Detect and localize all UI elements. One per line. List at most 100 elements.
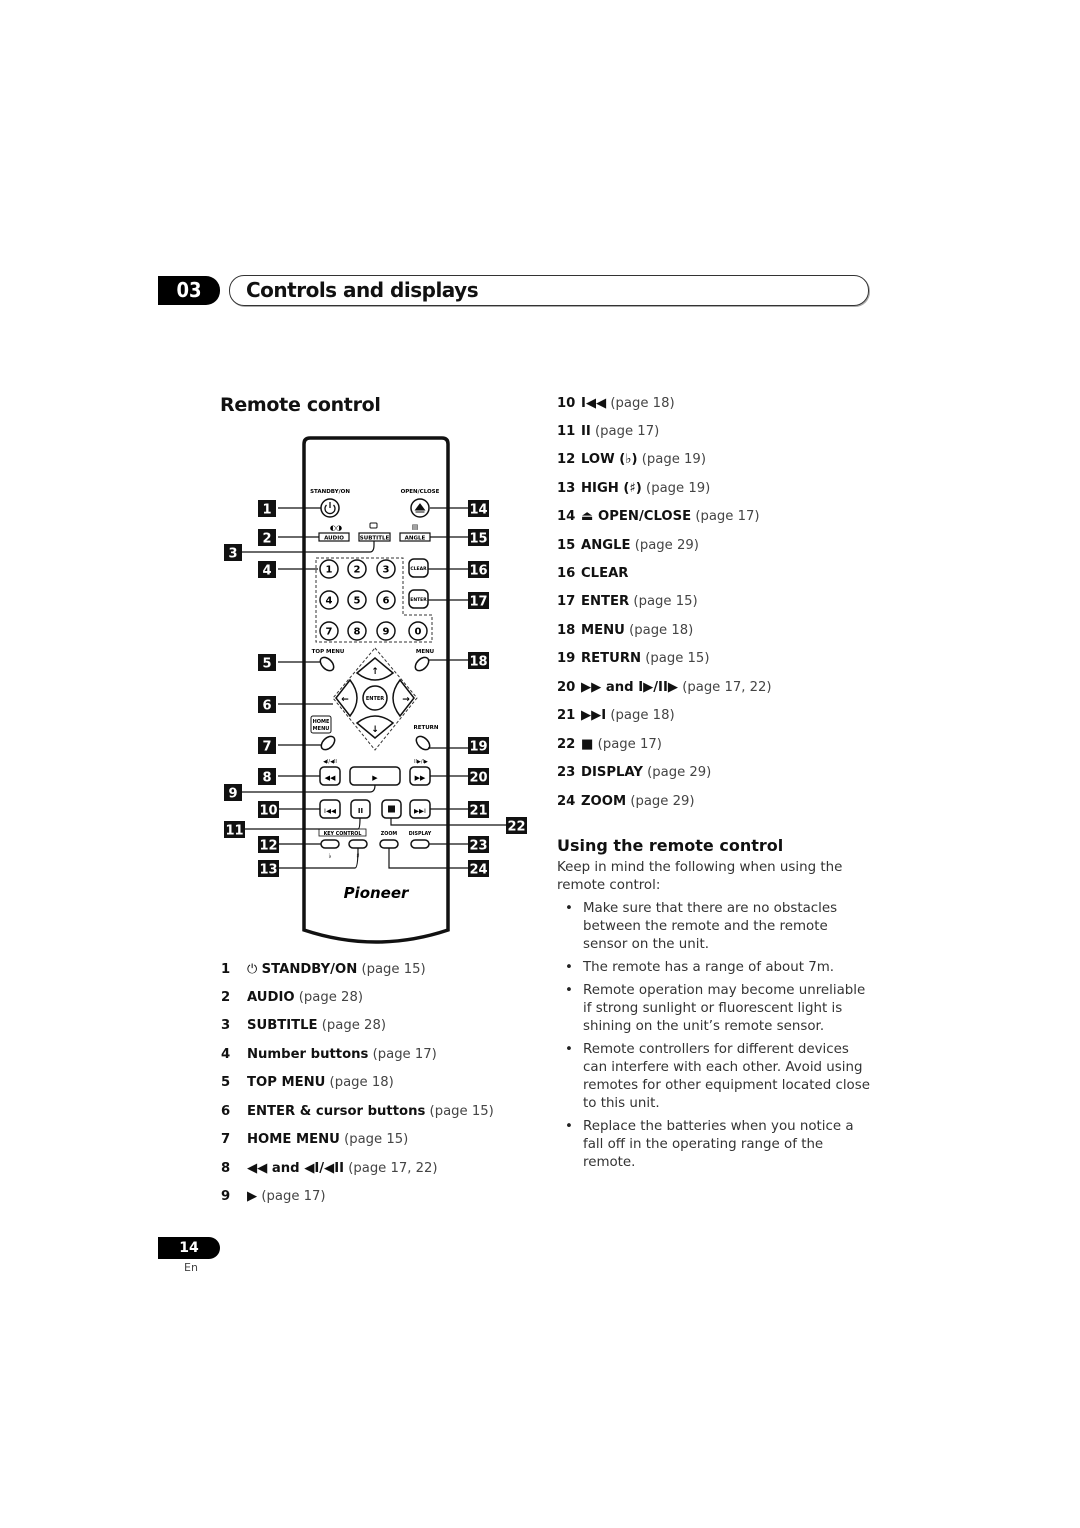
callout-number: 5 bbox=[262, 657, 271, 672]
play-icon: ▶ bbox=[372, 774, 378, 782]
pioneer-logo: Pioneer bbox=[344, 884, 410, 902]
list-item: Remote operation may become unreliable i… bbox=[557, 982, 872, 1036]
list-item: 2 AUDIO (page 28) bbox=[221, 990, 363, 1005]
list-item: 18 MENU (page 18) bbox=[557, 623, 694, 638]
svg-text:3: 3 bbox=[383, 565, 390, 576]
list-item: 23 DISPLAY (page 29) bbox=[557, 765, 712, 780]
stop-icon bbox=[388, 805, 395, 813]
svg-text:9: 9 bbox=[383, 627, 390, 638]
svg-text:SUBTITLE: SUBTITLE bbox=[360, 536, 390, 542]
list-item: 10 I◀◀ (page 18) bbox=[557, 396, 675, 411]
callout-number: 6 bbox=[262, 699, 271, 714]
open-close-button bbox=[410, 498, 430, 518]
list-item: 15 ANGLE (page 29) bbox=[557, 538, 699, 553]
callout-number: 8 bbox=[262, 771, 271, 786]
arrow-right-icon: → bbox=[402, 695, 410, 705]
svg-text:AUDIO: AUDIO bbox=[324, 536, 344, 542]
callout-number: 18 bbox=[469, 655, 487, 670]
svg-text:RETURN: RETURN bbox=[413, 725, 438, 731]
callout-number: 19 bbox=[469, 740, 487, 755]
tips-list: Make sure that there are no obstacles be… bbox=[557, 900, 872, 1177]
list-item: Replace the batteries when you notice a … bbox=[557, 1118, 872, 1172]
callout-number: 22 bbox=[507, 820, 525, 835]
callout-number: 7 bbox=[262, 740, 271, 755]
svg-text:HOME: HOME bbox=[313, 719, 330, 725]
svg-text:ANGLE: ANGLE bbox=[405, 536, 426, 542]
chapter-number: 03 bbox=[158, 276, 220, 305]
list-item: 24 ZOOM (page 29) bbox=[557, 794, 695, 809]
list-item: 21 ▶▶I (page 18) bbox=[557, 708, 675, 723]
remote-control-diagram: STANDBY/ON OPEN/CLOSE ◐◑ ▤ AUDIO SUBTITL… bbox=[224, 436, 527, 944]
list-item: 22 ■ (page 17) bbox=[557, 737, 662, 752]
pause-icon: II bbox=[358, 807, 363, 815]
callout-number: 9 bbox=[228, 787, 237, 802]
svg-text:MENU: MENU bbox=[313, 726, 330, 732]
svg-text:DISPLAY: DISPLAY bbox=[409, 831, 432, 837]
rewind-icon: ◀◀ bbox=[325, 774, 336, 782]
page-number: 14 bbox=[158, 1237, 220, 1259]
chapter-title: Controls and displays bbox=[246, 278, 479, 302]
svg-text:◀I/◀II: ◀I/◀II bbox=[323, 759, 337, 765]
svg-text:ENTER: ENTER bbox=[410, 597, 427, 603]
callout-number: 23 bbox=[469, 839, 487, 854]
callout-number: 14 bbox=[469, 503, 487, 518]
fast-forward-icon: ▶▶ bbox=[415, 774, 426, 782]
svg-text:6: 6 bbox=[383, 596, 390, 607]
svg-text:1: 1 bbox=[326, 565, 333, 576]
svg-text:KEY CONTROL: KEY CONTROL bbox=[324, 831, 362, 837]
svg-text:0: 0 bbox=[415, 627, 422, 638]
callout-number: 16 bbox=[469, 564, 487, 579]
subsection-title: Using the remote control bbox=[557, 836, 784, 855]
callout-number: 11 bbox=[225, 824, 243, 839]
list-item: 9 ▶ (page 17) bbox=[221, 1189, 326, 1204]
high-button bbox=[348, 839, 368, 849]
callout-number: 15 bbox=[469, 532, 487, 547]
svg-text:2: 2 bbox=[354, 565, 361, 576]
list-item: 14 ⏏ OPEN/CLOSE (page 17) bbox=[557, 509, 760, 524]
callout-number: 3 bbox=[228, 547, 237, 562]
list-item: Make sure that there are no obstacles be… bbox=[557, 900, 872, 954]
callout-number: 17 bbox=[469, 595, 487, 610]
callout-number: 1 bbox=[262, 503, 271, 518]
arrow-up-icon: ↑ bbox=[371, 667, 379, 677]
list-item: 8 ◀◀ and ◀I/◀II (page 17, 22) bbox=[221, 1161, 438, 1176]
list-item: 1 ⏻ STANDBY/ON (page 15) bbox=[221, 962, 426, 977]
power-icon: ⏻ bbox=[247, 962, 258, 977]
angle-icon: ▤ bbox=[412, 523, 419, 531]
list-item: 17 ENTER (page 15) bbox=[557, 594, 698, 609]
standby-button bbox=[320, 498, 340, 518]
list-item: 11 II (page 17) bbox=[557, 424, 660, 439]
low-button bbox=[320, 839, 340, 849]
svg-text:ZOOM: ZOOM bbox=[381, 831, 398, 837]
list-item: The remote has a range of about 7m. bbox=[557, 959, 872, 977]
svg-text:CLEAR: CLEAR bbox=[410, 566, 427, 572]
previous-icon: I◀◀ bbox=[324, 807, 336, 815]
display-button bbox=[410, 839, 430, 849]
callout-number: 12 bbox=[259, 839, 277, 854]
standby-label: STANDBY/ON bbox=[310, 489, 350, 495]
next-icon: ▶▶I bbox=[414, 807, 426, 815]
svg-text:MENU: MENU bbox=[416, 649, 434, 655]
list-item: 16 CLEAR bbox=[557, 566, 629, 581]
callout-number: 21 bbox=[469, 804, 487, 819]
list-item: 5 TOP MENU (page 18) bbox=[221, 1075, 394, 1090]
arrow-down-icon: ↓ bbox=[371, 725, 379, 735]
list-item: 12 LOW (♭) (page 19) bbox=[557, 452, 706, 467]
svg-text:4: 4 bbox=[326, 596, 333, 607]
intro-paragraph: Keep in mind the following when using th… bbox=[557, 860, 843, 893]
zoom-button bbox=[379, 839, 399, 849]
callout-number: 10 bbox=[259, 804, 277, 819]
svg-text:ENTER: ENTER bbox=[366, 696, 384, 702]
svg-text:TOP MENU: TOP MENU bbox=[312, 649, 345, 655]
list-item: 7 HOME MENU (page 15) bbox=[221, 1132, 409, 1147]
callout-number: 4 bbox=[262, 564, 271, 579]
list-item: 19 RETURN (page 15) bbox=[557, 651, 710, 666]
callout-number: 20 bbox=[469, 771, 487, 786]
svg-text:7: 7 bbox=[326, 627, 333, 638]
list-item: 4 Number buttons (page 17) bbox=[221, 1047, 437, 1062]
list-item: 3 SUBTITLE (page 28) bbox=[221, 1018, 386, 1033]
svg-text:8: 8 bbox=[354, 627, 361, 638]
svg-text:5: 5 bbox=[354, 596, 361, 607]
audio-icon: ◐◑ bbox=[330, 524, 342, 532]
list-item: 13 HIGH (♯) (page 19) bbox=[557, 481, 711, 496]
